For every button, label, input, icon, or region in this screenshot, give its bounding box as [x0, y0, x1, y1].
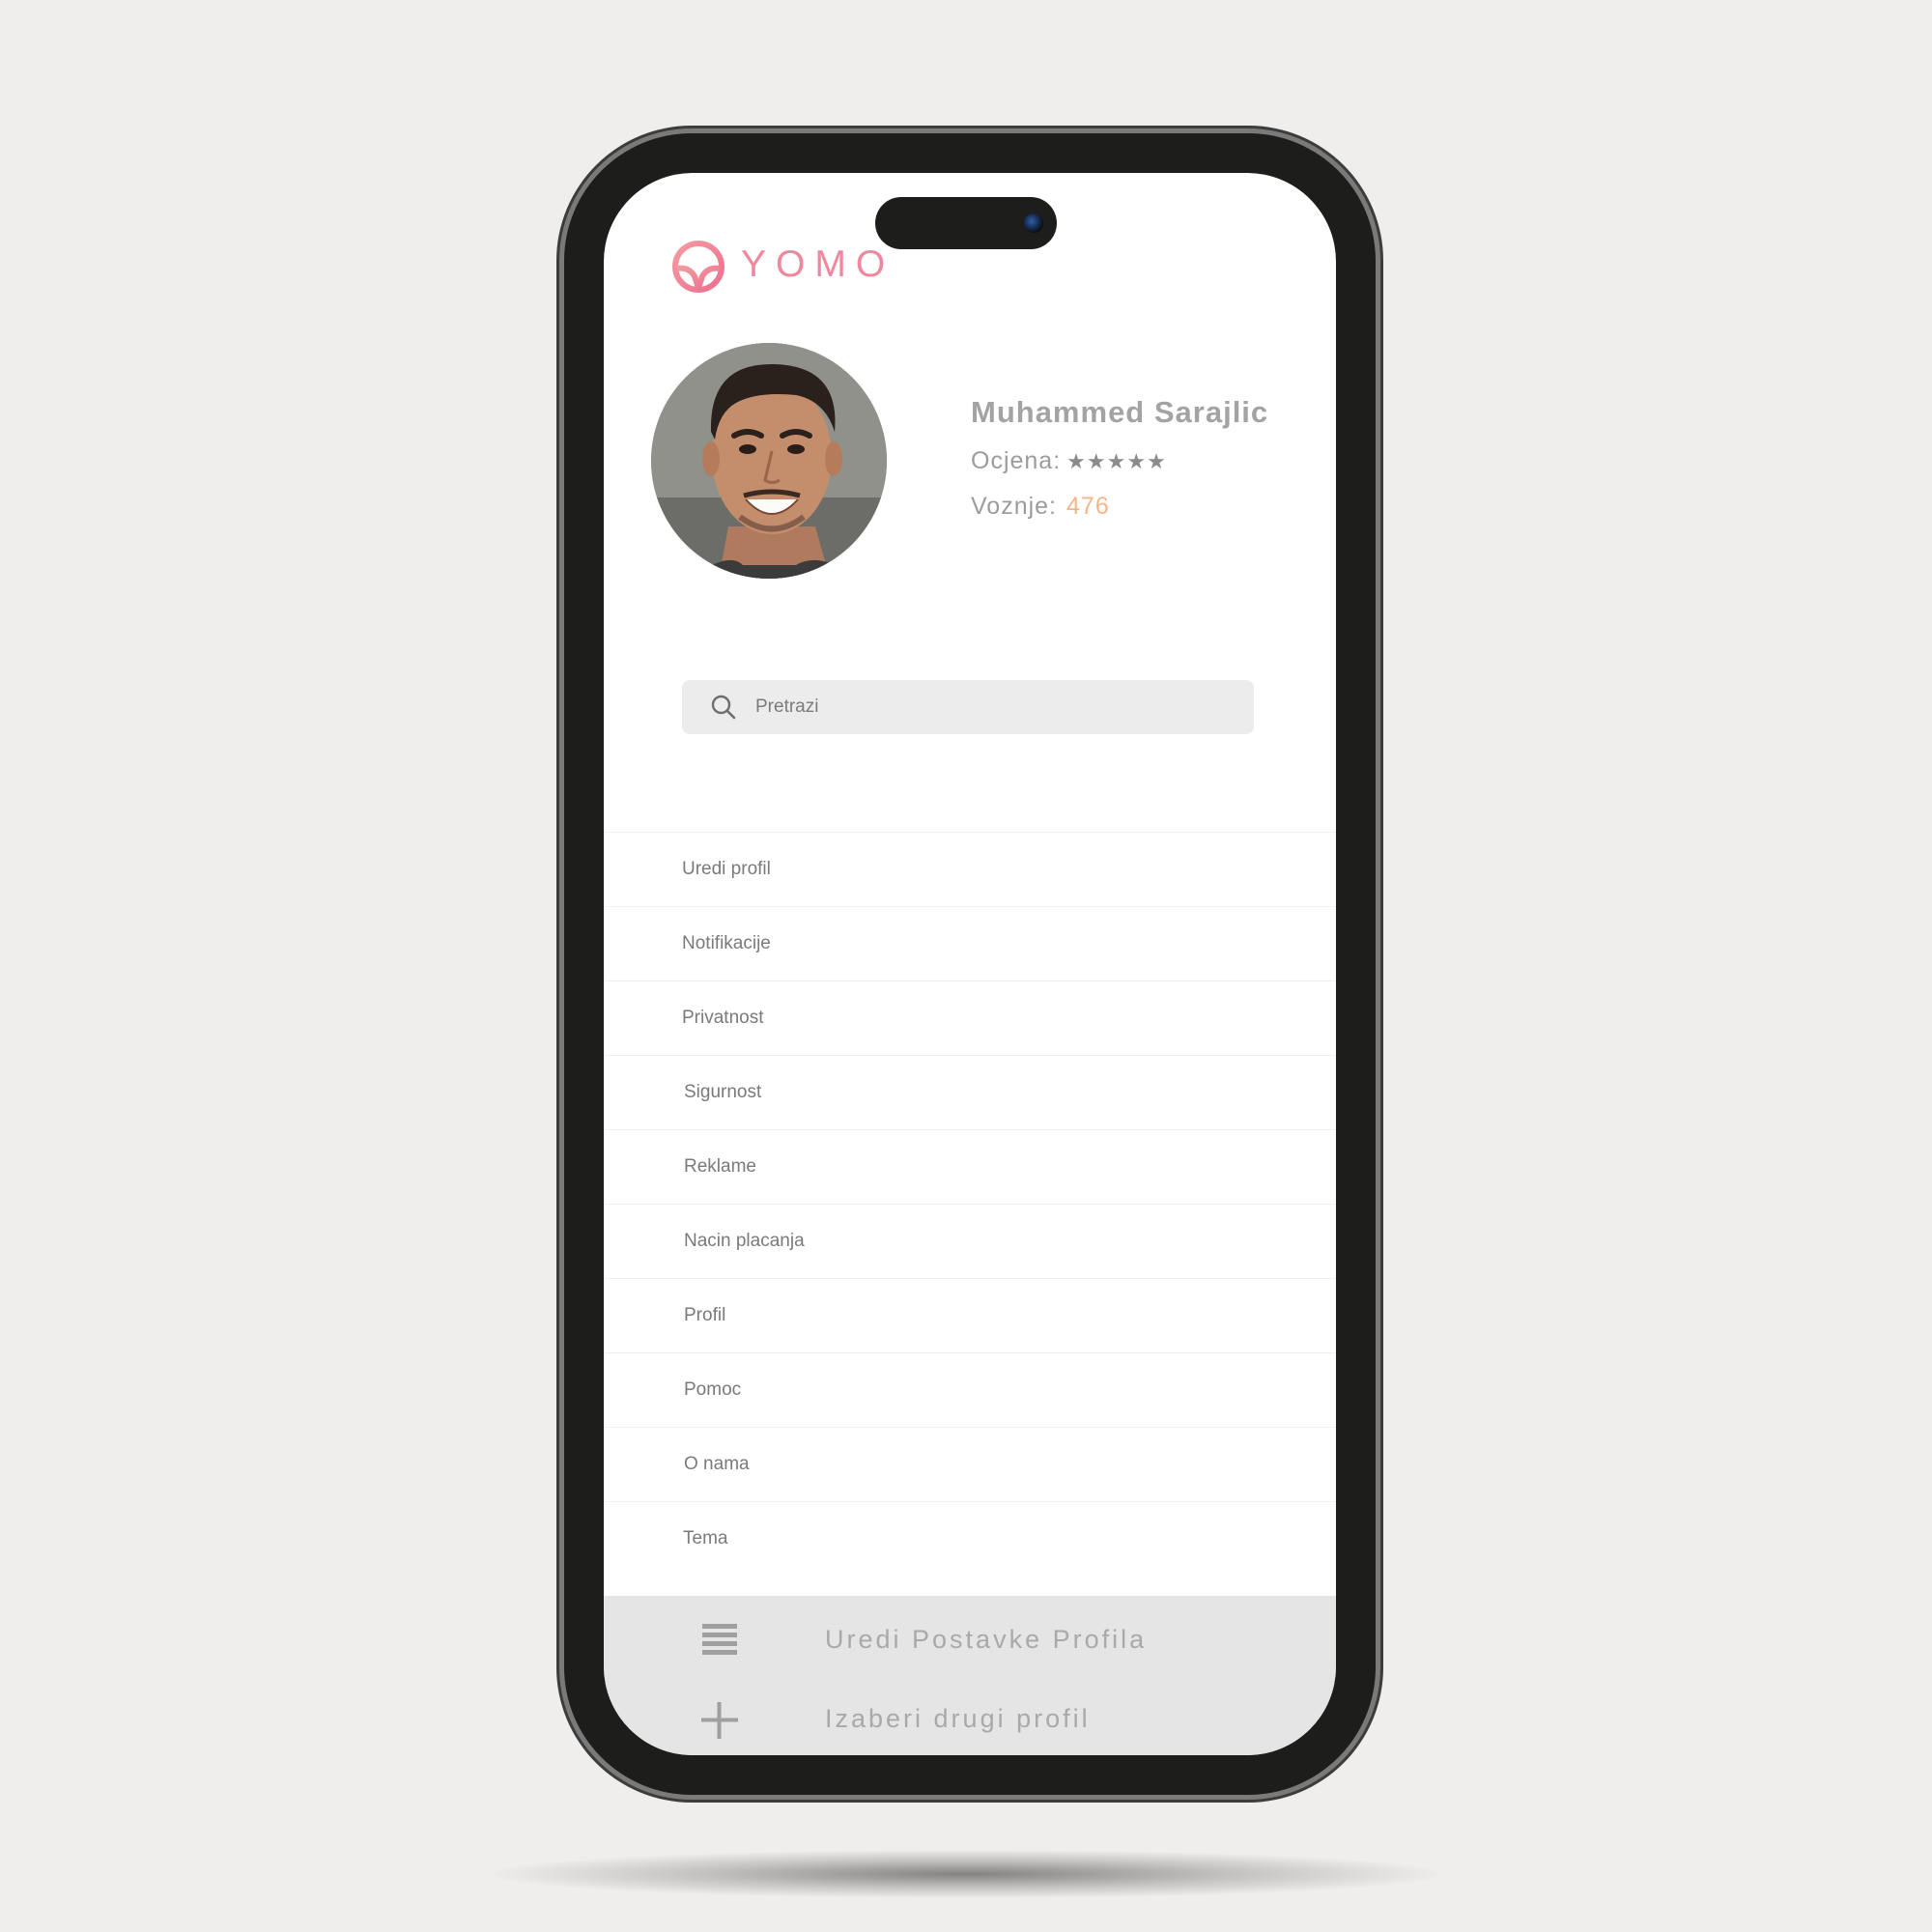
menu-item-label: Uredi profil: [682, 859, 771, 879]
menu-item-tema[interactable]: Tema: [604, 1501, 1336, 1576]
menu-item-label: Pomoc: [684, 1379, 742, 1400]
menu-item-nacin-placanja[interactable]: Nacin placanja: [604, 1204, 1336, 1278]
plus-icon: [701, 1702, 738, 1739]
menu-item-pomoc[interactable]: Pomoc: [604, 1352, 1336, 1427]
profile-info: Muhammed Sarajlic Ocjena: ★★★★★ Voznje: …: [971, 395, 1268, 521]
search-input[interactable]: [753, 696, 1202, 719]
menu-item-uredi-profil[interactable]: Uredi profil: [604, 832, 1336, 906]
avatar[interactable]: [651, 343, 887, 579]
menu-item-label: Tema: [683, 1528, 728, 1548]
hamburger-menu-icon: [702, 1624, 737, 1655]
rides-row: Voznje: 476: [971, 493, 1268, 521]
steering-wheel-power-icon: [672, 235, 724, 293]
brand-wordmark: YOMO: [741, 243, 895, 285]
edit-profile-settings-label: Uredi Postavke Profila: [825, 1624, 1148, 1654]
search-icon: [711, 695, 736, 720]
menu-item-sigurnost[interactable]: Sigurnost: [604, 1055, 1336, 1129]
rating-row: Ocjena: ★★★★★: [971, 447, 1268, 475]
menu-item-profil[interactable]: Profil: [604, 1278, 1336, 1352]
rating-label: Ocjena:: [971, 447, 1062, 474]
menu-item-notifikacije[interactable]: Notifikacije: [604, 906, 1336, 980]
menu-item-label: Sigurnost: [684, 1082, 762, 1102]
settings-menu: Uredi profil Notifikacije Privatnost Sig…: [604, 832, 1336, 1576]
app-logo: YOMO: [668, 234, 895, 296]
switch-profile-label: Izaberi drugi profil: [825, 1703, 1091, 1733]
search-bar[interactable]: [682, 680, 1254, 734]
rating-stars-icon: ★★★★★: [1066, 448, 1167, 473]
switch-profile-button[interactable]: Izaberi drugi profil: [604, 1690, 1336, 1747]
phone-frame: YOMO Muhammed Sarajlic Ocjena: ★★★★★ Voz…: [564, 133, 1376, 1795]
menu-item-label: O nama: [684, 1454, 750, 1474]
avatar-photo: [651, 343, 887, 579]
menu-item-label: Privatnost: [682, 1008, 764, 1028]
phone-screen: YOMO Muhammed Sarajlic Ocjena: ★★★★★ Voz…: [604, 173, 1336, 1755]
camera-lens: [1024, 213, 1043, 233]
rides-count: 476: [1066, 493, 1110, 520]
user-name: Muhammed Sarajlic: [971, 395, 1269, 429]
edit-profile-settings-button[interactable]: Uredi Postavke Profila: [604, 1610, 1336, 1668]
dynamic-island: [875, 197, 1057, 249]
menu-item-o-nama[interactable]: O nama: [604, 1427, 1336, 1501]
menu-item-reklame[interactable]: Reklame: [604, 1129, 1336, 1204]
rides-label: Voznje:: [971, 493, 1058, 520]
menu-item-label: Profil: [684, 1305, 726, 1325]
menu-item-privatnost[interactable]: Privatnost: [604, 980, 1336, 1055]
menu-item-label: Reklame: [684, 1156, 756, 1177]
menu-item-label: Notifikacije: [682, 933, 771, 953]
phone-shadow: [493, 1850, 1439, 1898]
menu-item-label: Nacin placanja: [684, 1231, 805, 1251]
bottom-action-panel: Uredi Postavke Profila Izaberi drugi pro…: [604, 1596, 1336, 1755]
